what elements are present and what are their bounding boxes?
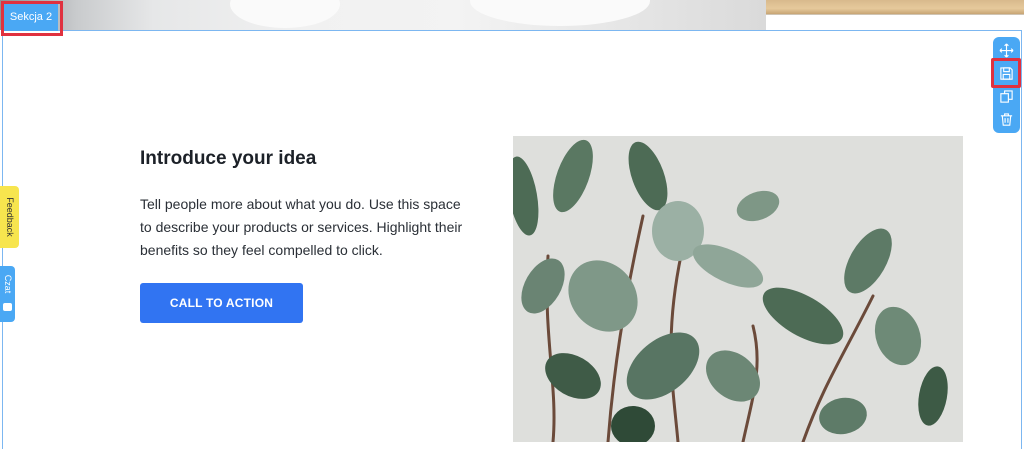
move-icon bbox=[999, 43, 1014, 58]
wood-shelf-photo bbox=[766, 0, 1024, 14]
save-button-highlight bbox=[991, 58, 1021, 88]
duplicate-button[interactable] bbox=[996, 86, 1017, 107]
previous-section-photo bbox=[0, 0, 766, 30]
delete-button[interactable] bbox=[996, 109, 1017, 130]
plant-image[interactable] bbox=[513, 136, 963, 442]
call-to-action-button[interactable]: CALL TO ACTION bbox=[140, 283, 303, 323]
delete-icon bbox=[1000, 113, 1013, 126]
chat-label: Czat bbox=[3, 274, 13, 294]
feedback-tab[interactable]: Feedback bbox=[0, 186, 19, 248]
section-body-text[interactable]: Tell people more about what you do. Use … bbox=[140, 193, 470, 262]
chat-bubble-icon bbox=[3, 303, 12, 311]
feedback-label: Feedback bbox=[5, 197, 15, 237]
section-label[interactable]: Sekcja 2 bbox=[4, 4, 58, 31]
duplicate-icon bbox=[1000, 90, 1013, 103]
chat-tab[interactable]: Czat bbox=[0, 266, 15, 322]
section-heading[interactable]: Introduce your idea bbox=[140, 148, 316, 170]
previous-section-image bbox=[0, 0, 1024, 30]
